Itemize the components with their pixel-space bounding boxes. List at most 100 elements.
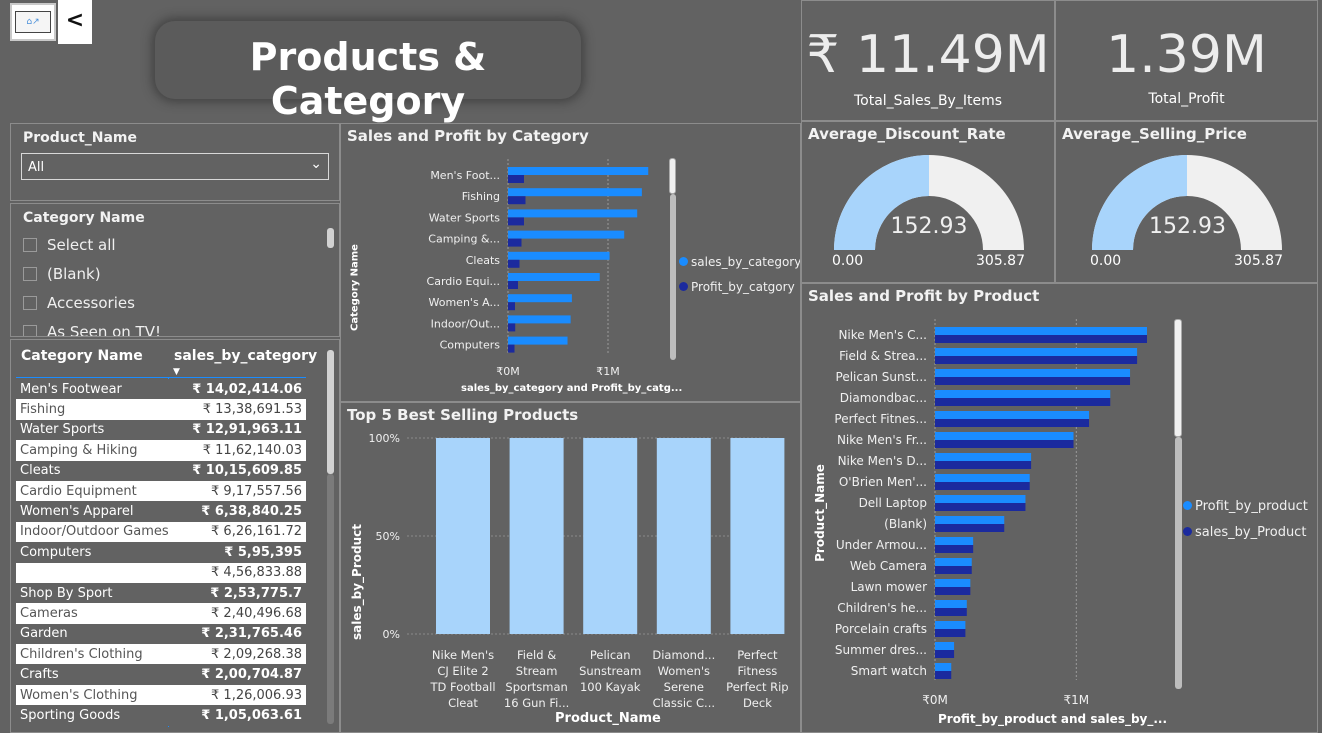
table-row[interactable]: Women's Apparel ₹ 6,38,840.25 <box>16 501 306 522</box>
category-chart-category-label: Men's Foot... <box>430 169 500 182</box>
category-chart-category-label: Computers <box>440 339 501 352</box>
product-chart-bar-profit <box>935 432 1074 440</box>
table-cell-sales: ₹ 2,31,765.46 <box>172 623 306 645</box>
product-chart-ylabel: Product_Name <box>813 464 827 562</box>
category-option-blank[interactable]: (Blank) <box>23 265 101 287</box>
gauge-price-panel[interactable]: Average_Selling_Price 152.93 0.00 305.87 <box>1055 121 1318 283</box>
product-dropdown[interactable]: All ⌄ <box>21 153 329 180</box>
table-row[interactable]: Indoor/Outdoor Games ₹ 6,26,161.72 <box>16 521 306 543</box>
page-title: Products & Category <box>249 35 487 123</box>
product-chart-bar-profit <box>935 663 952 671</box>
table-row[interactable]: Cameras ₹ 2,40,496.68 <box>16 603 306 624</box>
category-chart-ylabel-wrap: Category Name <box>345 234 361 344</box>
table-cell-category: Water Sports <box>16 419 173 441</box>
gauge-price-value: 152.93 <box>1149 214 1226 239</box>
category-chart-bar-sales <box>508 209 638 218</box>
table-row[interactable]: Fishing ₹ 13,38,691.53 <box>16 399 306 420</box>
category-legend-sales[interactable]: sales_by_category <box>679 255 800 269</box>
checkbox[interactable] <box>23 296 37 310</box>
product-chart-bar-sales <box>935 398 1111 406</box>
product-chart-category-label: O'Brien Men'... <box>839 475 927 489</box>
category-slicer[interactable]: Category Name Select all (Blank) Accesso… <box>10 203 340 337</box>
product-chart-category-label: Field & Strea... <box>839 349 927 363</box>
category-chart-bar-profit <box>508 217 524 226</box>
product-legend-sales[interactable]: sales_by_Product <box>1183 525 1306 540</box>
product-chart-category-label: (Blank) <box>884 517 927 531</box>
category-chart-scrollbar[interactable] <box>670 194 676 360</box>
table-row[interactable]: ₹ 4,56,833.88 <box>16 562 306 583</box>
card-total-profit[interactable]: 1.39M Total_Profit <box>1055 0 1318 121</box>
top5-bar <box>656 438 711 634</box>
table-row[interactable]: Garden ₹ 2,31,765.46 <box>16 623 306 645</box>
checkbox[interactable] <box>23 267 37 281</box>
category-option-accessories[interactable]: Accessories <box>23 294 135 316</box>
legend-dot <box>1183 527 1192 536</box>
category-option-select-all[interactable]: Select all <box>23 236 116 258</box>
product-legend-profit[interactable]: Profit_by_product <box>1183 499 1308 514</box>
category-chart-bar-sales <box>508 294 572 303</box>
category-chart-bar-profit <box>508 238 522 247</box>
top5-ytick: 50% <box>376 530 400 543</box>
top5-chart-xlabel: Product_Name <box>555 711 661 726</box>
category-slicer-scrollbar[interactable] <box>327 228 334 248</box>
table-header-sales[interactable]: sales_by_category <box>174 348 317 364</box>
table-row[interactable]: Men's Footwear ₹ 14,02,414.06 <box>16 379 306 400</box>
product-chart-bar-sales <box>935 461 1032 469</box>
table-scrollbar-track[interactable] <box>327 474 334 724</box>
table-row[interactable]: Crafts ₹ 2,00,704.87 <box>16 664 306 685</box>
top5-category-label: Diamond... Women's Serene Classic C... <box>652 648 715 710</box>
gauge-discount-panel[interactable]: Average_Discount_Rate 152.93 0.00 305.87 <box>801 121 1055 283</box>
category-option-label: As Seen on TV! <box>47 323 161 337</box>
home-button[interactable]: ⌂↗ <box>10 3 56 41</box>
product-chart-category-label: Smart watch <box>851 664 927 678</box>
product-chart-panel[interactable]: Sales and Profit by Product ₹0M ₹1M Nike M… <box>801 283 1318 733</box>
table-row[interactable]: Shop By Sport ₹ 2,53,775.7 <box>16 582 306 604</box>
product-chart-bar-sales <box>935 377 1131 385</box>
product-chart-scroll-thumb[interactable] <box>1174 319 1182 437</box>
table-row[interactable]: Cleats ₹ 10,15,609.85 <box>16 460 306 481</box>
product-chart-scrollbar[interactable] <box>1175 437 1182 689</box>
checkbox[interactable] <box>23 325 37 336</box>
top5-bar <box>436 438 490 634</box>
top5-chart-panel[interactable]: Top 5 Best Selling Products 100% 50% 0% Nik… <box>340 402 801 733</box>
table-row[interactable]: Camping & Hiking ₹ 11,62,140.03 <box>16 440 306 461</box>
category-chart-bar-sales <box>508 188 642 197</box>
table-cell-sales: ₹ 1,05,063.61 <box>172 705 306 726</box>
top5-ytick: 100% <box>369 432 400 445</box>
product-chart-bar-sales <box>935 629 966 637</box>
checkbox[interactable] <box>23 238 37 252</box>
category-sales-table[interactable]: Category Name sales_by_category ▼ Men's … <box>10 339 340 733</box>
category-chart-scroll-thumb[interactable] <box>669 158 676 194</box>
gauge-discount-min: 0.00 <box>832 253 864 269</box>
product-chart-bar-profit <box>935 390 1111 398</box>
category-option-as-seen-on-tv[interactable]: As Seen on TV! <box>23 323 161 337</box>
product-chart-bar-sales <box>935 650 955 658</box>
top5-bar <box>730 438 785 634</box>
table-header-category[interactable]: Category Name <box>21 348 143 364</box>
table-cell-category: Men's Footwear <box>16 379 173 400</box>
product-chart-bar-sales <box>935 608 967 616</box>
top5-category-label: Perfect Fitness Perfect Rip Deck <box>726 648 788 710</box>
table-row[interactable]: Cardio Equipment ₹ 9,17,557.56 <box>16 480 306 502</box>
table-row[interactable]: Computers ₹ 5,95,395 <box>16 542 306 563</box>
category-option-label: (Blank) <box>47 265 101 283</box>
category-chart-panel[interactable]: Sales and Profit by Category ₹0M ₹1M Men's… <box>340 123 801 402</box>
category-legend-profit[interactable]: Profit_by_catgory <box>679 280 795 294</box>
table-row[interactable]: Children's Clothing ₹ 2,09,268.38 <box>16 644 306 665</box>
table-cell-sales: ₹ 10,15,609.85 <box>172 460 306 481</box>
table-scrollbar[interactable] <box>327 350 334 474</box>
category-chart-bar-sales <box>508 273 600 281</box>
back-button[interactable]: < <box>58 0 92 44</box>
table-row[interactable]: Women's Clothing ₹ 1,26,006.93 <box>16 684 306 706</box>
table-row[interactable]: Water Sports ₹ 12,91,963.11 <box>16 419 306 441</box>
legend-dot <box>1183 501 1192 510</box>
product-slicer[interactable]: Product_Name All ⌄ <box>10 123 340 201</box>
table-cell-category: Fishing <box>16 399 173 420</box>
sort-desc-icon[interactable]: ▼ <box>173 367 180 377</box>
header-divider <box>16 377 306 378</box>
product-chart-bar-profit <box>935 369 1131 377</box>
table-cell-category <box>16 562 173 583</box>
card-total-sales[interactable]: ₹ 11.49M Total_Sales_By_Items <box>801 0 1055 121</box>
product-chart-bar-sales <box>935 671 952 679</box>
table-row[interactable]: Sporting Goods ₹ 1,05,063.61 <box>16 705 306 726</box>
